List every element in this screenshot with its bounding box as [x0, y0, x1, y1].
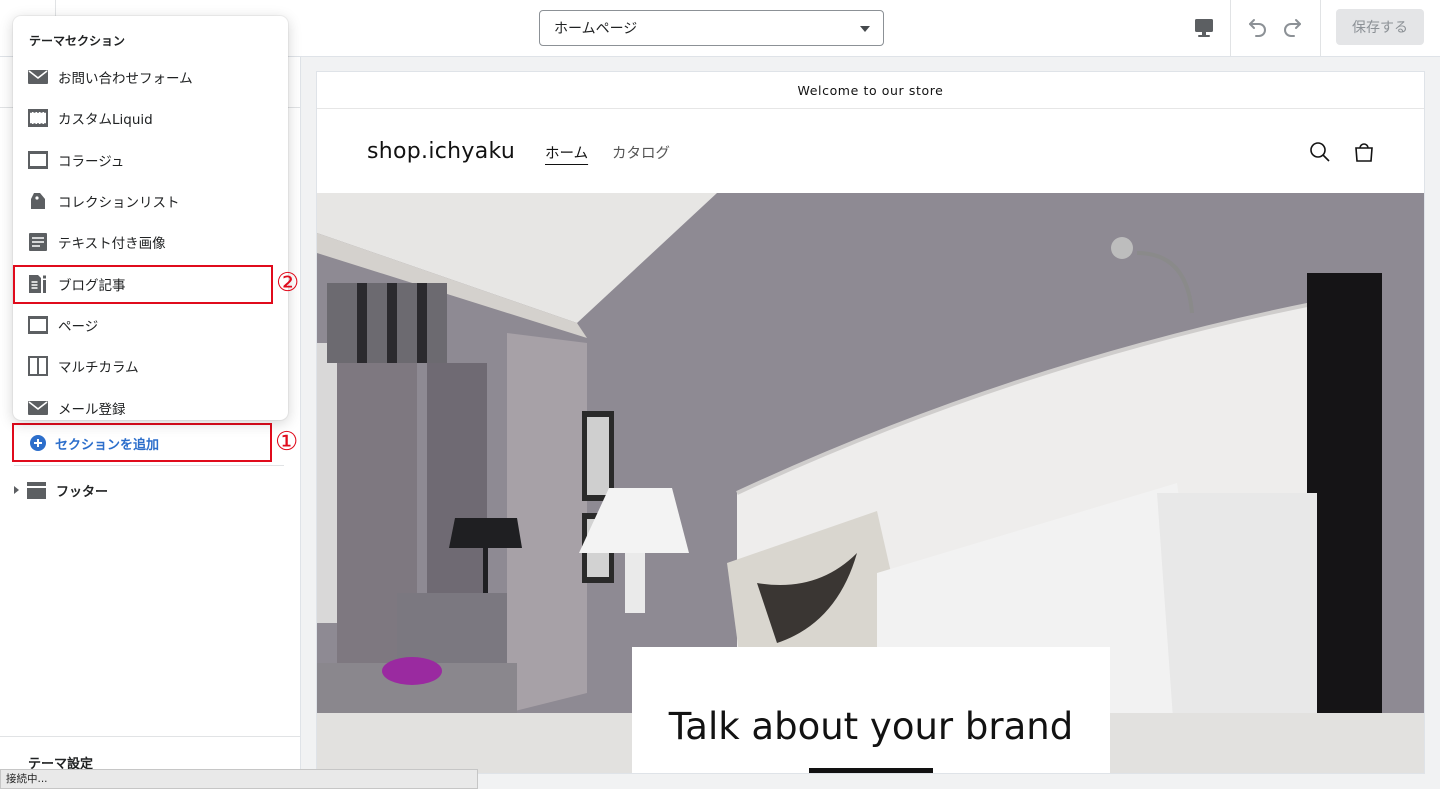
popover-item-custom-liquid[interactable]: カスタムLiquid [13, 98, 288, 138]
browser-status-bar: 接続中... [0, 769, 478, 789]
popover-item-label: メール登録 [58, 402, 126, 418]
popover-item-label: テキスト付き画像 [58, 236, 166, 252]
add-section-label: セクションを追加 [55, 437, 160, 453]
section-block-icon [28, 315, 48, 335]
envelope-icon [28, 398, 48, 418]
columns-icon [28, 356, 48, 376]
tags-icon [28, 191, 48, 211]
popover-item-page[interactable]: ページ [13, 305, 288, 345]
save-button[interactable]: 保存する [1336, 9, 1424, 45]
topbar-divider [1230, 0, 1231, 56]
popover-item-multicolumn[interactable]: マルチカラム [13, 346, 288, 386]
hero-button[interactable] [809, 768, 933, 773]
sidebar-divider [14, 465, 284, 466]
popover-item-label: カスタムLiquid [58, 112, 153, 128]
announcement-bar: Welcome to our store [317, 72, 1424, 109]
cart-icon[interactable] [1353, 141, 1375, 163]
store-logo[interactable]: shop.ichyaku [367, 139, 515, 164]
theme-sections-popover: テーマセクション お問い合わせフォーム カスタムLiquid コラージュ コレク… [13, 16, 288, 420]
popover-item-label: マルチカラム [58, 360, 139, 376]
hero-banner: Talk about your brand [317, 193, 1424, 773]
popover-item-email-signup[interactable]: メール登録 [13, 388, 288, 420]
footer-group-row[interactable]: フッター [14, 479, 108, 501]
popover-item-collage[interactable]: コラージュ [13, 140, 288, 180]
popover-item-label: コレクションリスト [58, 195, 180, 211]
nav-link-catalog[interactable]: カタログ [612, 142, 670, 163]
section-block-icon [28, 108, 48, 128]
nav-link-home[interactable]: ホーム [545, 142, 588, 163]
annotation-number-2: ② [276, 268, 300, 298]
popover-item-label: ブログ記事 [58, 278, 126, 294]
page-select-value: ホームページ [554, 21, 638, 37]
plus-circle-icon [30, 435, 46, 451]
popover-item-label: ページ [58, 319, 99, 335]
text-document-icon [28, 232, 48, 252]
undo-icon[interactable] [1245, 16, 1269, 40]
popover-item-contact-form[interactable]: お問い合わせフォーム [13, 57, 288, 97]
search-icon[interactable] [1309, 141, 1331, 163]
hero-title: Talk about your brand [668, 705, 1074, 748]
add-section-button[interactable]: セクションを追加 [14, 426, 270, 460]
popover-item-label: コラージュ [58, 154, 125, 170]
sidebar-divider [0, 736, 300, 737]
caret-down-icon [860, 26, 870, 32]
hero-text-box: Talk about your brand [632, 647, 1110, 773]
blog-icon [28, 274, 48, 294]
popover-item-image-with-text[interactable]: テキスト付き画像 [13, 222, 288, 262]
topbar-divider [1320, 0, 1321, 56]
desktop-preview-icon[interactable] [1191, 16, 1217, 40]
redo-icon[interactable] [1281, 16, 1305, 40]
envelope-icon [28, 67, 48, 87]
popover-item-blog-posts[interactable]: ブログ記事 [13, 264, 288, 304]
section-block-icon [28, 150, 48, 170]
popover-item-collection-list[interactable]: コレクションリスト [13, 181, 288, 221]
store-header: shop.ichyaku ホーム カタログ [317, 109, 1424, 193]
popover-title: テーマセクション [29, 34, 126, 48]
storefront-preview: Welcome to our store shop.ichyaku ホーム カタ… [316, 71, 1425, 774]
page-template-select[interactable]: ホームページ [539, 10, 884, 46]
caret-right-icon[interactable] [14, 486, 19, 494]
annotation-number-1: ① [275, 427, 299, 457]
footer-label: フッター [56, 484, 109, 500]
section-block-icon [27, 481, 46, 499]
popover-item-label: お問い合わせフォーム [58, 71, 193, 87]
